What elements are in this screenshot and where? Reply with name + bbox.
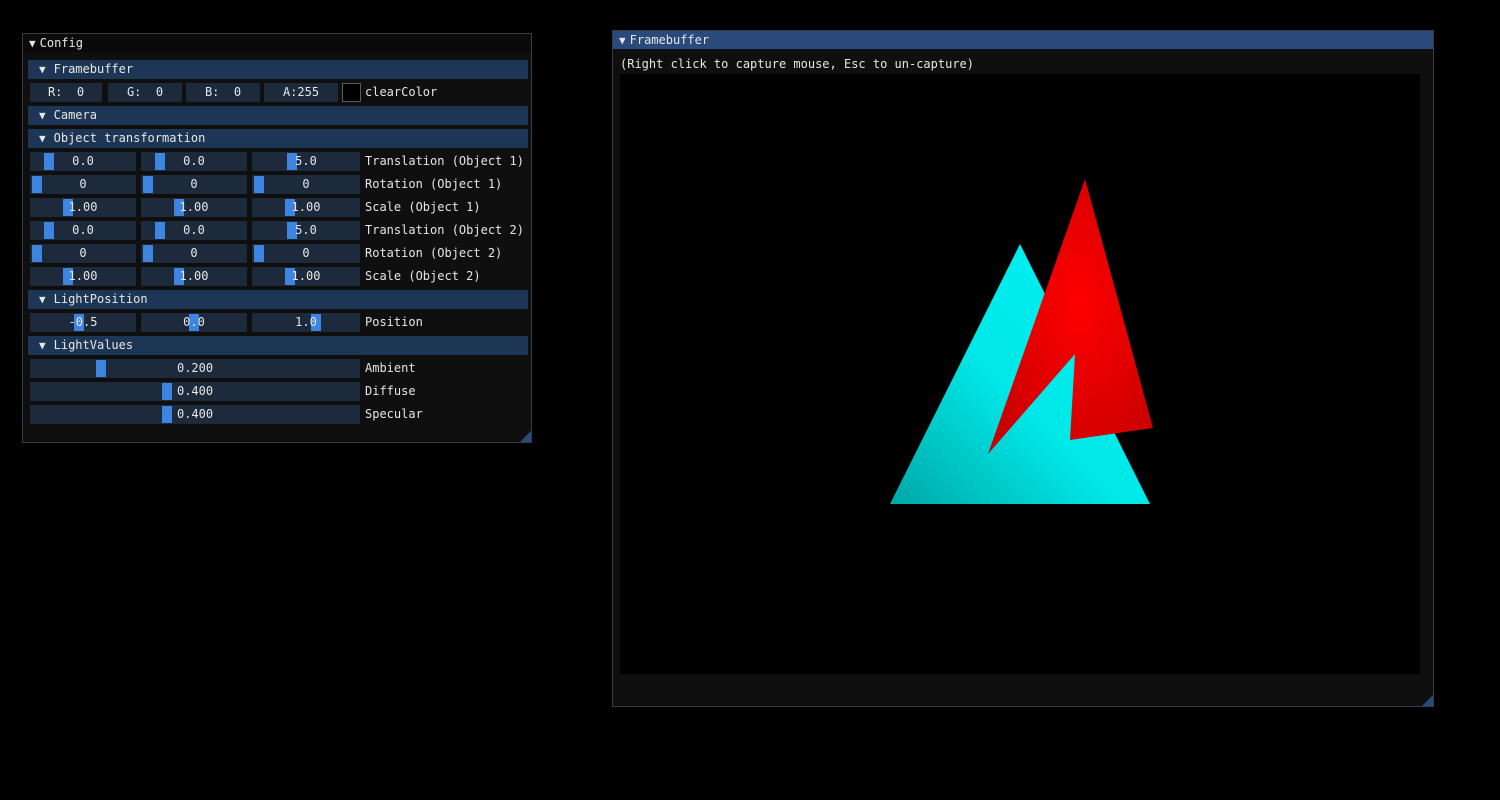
drag-slider[interactable]: 0 [141, 175, 247, 194]
collapse-arrow-icon: ▼ [39, 132, 46, 145]
slider-grab[interactable] [162, 383, 172, 400]
drag-slider[interactable]: 0 [30, 244, 136, 263]
slider-grab[interactable] [254, 245, 264, 262]
slider-grab[interactable] [32, 245, 42, 262]
light-value-label: Ambient [365, 361, 416, 375]
slider-grab[interactable] [96, 360, 106, 377]
light-position-header[interactable]: ▼ LightPosition [28, 290, 528, 309]
framebuffer-section-header[interactable]: ▼ Framebuffer [28, 60, 528, 79]
light-value-label: Specular [365, 407, 423, 421]
clear-green-field[interactable]: G: 0 [108, 83, 182, 102]
slider-grab[interactable] [155, 153, 165, 170]
clear-alpha-field[interactable]: A:255 [264, 83, 338, 102]
section-label: LightPosition [53, 292, 148, 306]
slider-grab[interactable] [162, 406, 172, 423]
drag-slider[interactable]: 0 [252, 244, 360, 263]
drag-slider[interactable]: 1.00 [141, 198, 247, 217]
light-value-slider[interactable]: 0.200 [30, 359, 360, 378]
collapse-arrow-icon: ▼ [39, 339, 46, 352]
drag-slider[interactable]: 1.00 [141, 267, 247, 286]
slider-grab[interactable] [143, 176, 153, 193]
section-label: LightValues [53, 338, 134, 352]
drag-slider[interactable]: 1.00 [252, 198, 360, 217]
light-position-label: Position [365, 315, 423, 329]
drag-slider[interactable]: 5.0 [252, 221, 360, 240]
slider-grab[interactable] [32, 176, 42, 193]
clear-red-field[interactable]: R: 0 [30, 83, 102, 102]
light-z-slider[interactable]: 1.0 [252, 313, 360, 332]
clear-color-swatch[interactable] [342, 83, 361, 102]
drag-slider[interactable]: 1.00 [30, 267, 136, 286]
slider-grab[interactable] [254, 176, 264, 193]
clear-blue-field[interactable]: B: 0 [186, 83, 260, 102]
transform-label: Rotation (Object 1) [365, 177, 503, 191]
drag-slider[interactable]: 0.0 [30, 152, 136, 171]
collapse-arrow-icon: ▼ [39, 293, 46, 306]
transform-label: Translation (Object 2) [365, 223, 524, 237]
scene-render [890, 179, 1153, 504]
framebuffer-title-bar[interactable]: ▼ Framebuffer [613, 31, 1433, 49]
resize-grip-icon[interactable] [520, 431, 531, 442]
light-y-slider[interactable]: 0.0 [141, 313, 247, 332]
collapse-arrow-icon[interactable]: ▼ [619, 32, 626, 50]
drag-slider[interactable]: 5.0 [252, 152, 360, 171]
resize-grip-icon[interactable] [1422, 695, 1433, 706]
slider-grab[interactable] [143, 245, 153, 262]
collapse-arrow-icon[interactable]: ▼ [29, 35, 36, 53]
drag-slider[interactable]: 0.0 [30, 221, 136, 240]
slider-grab[interactable] [44, 222, 54, 239]
capture-hint: (Right click to capture mouse, Esc to un… [620, 57, 975, 71]
transform-label: Scale (Object 2) [365, 269, 481, 283]
light-values-header[interactable]: ▼ LightValues [28, 336, 528, 355]
framebuffer-title: Framebuffer [629, 33, 710, 47]
slider-grab[interactable] [155, 222, 165, 239]
transform-label: Translation (Object 1) [365, 154, 524, 168]
section-label: Object transformation [53, 131, 206, 145]
drag-slider[interactable]: 1.00 [252, 267, 360, 286]
config-window[interactable]: ▼ Config ▼ Framebuffer R: 0 G: 0 B: 0 A:25… [22, 33, 532, 443]
drag-slider[interactable]: 1.00 [30, 198, 136, 217]
light-value-slider[interactable]: 0.400 [30, 382, 360, 401]
collapse-arrow-icon: ▼ [39, 63, 46, 76]
camera-section-header[interactable]: ▼ Camera [28, 106, 528, 125]
drag-slider[interactable]: 0 [141, 244, 247, 263]
config-title-bar[interactable]: ▼ Config [23, 34, 531, 52]
collapse-arrow-icon: ▼ [39, 109, 46, 122]
section-label: Camera [53, 108, 97, 122]
transform-label: Scale (Object 1) [365, 200, 481, 214]
drag-slider[interactable]: 0.0 [141, 152, 247, 171]
render-viewport[interactable] [620, 74, 1420, 674]
drag-slider[interactable]: 0 [30, 175, 136, 194]
drag-slider[interactable]: 0 [252, 175, 360, 194]
object-transformation-header[interactable]: ▼ Object transformation [28, 129, 528, 148]
light-value-slider[interactable]: 0.400 [30, 405, 360, 424]
transform-label: Rotation (Object 2) [365, 246, 503, 260]
config-title: Config [39, 36, 83, 50]
drag-slider[interactable]: 0.0 [141, 221, 247, 240]
slider-grab[interactable] [44, 153, 54, 170]
framebuffer-window[interactable]: ▼ Framebuffer (Right click to capture mou… [612, 30, 1434, 707]
light-x-slider[interactable]: -0.5 [30, 313, 136, 332]
clear-color-label: clearColor [365, 85, 438, 99]
section-label: Framebuffer [53, 62, 134, 76]
light-value-label: Diffuse [365, 384, 416, 398]
